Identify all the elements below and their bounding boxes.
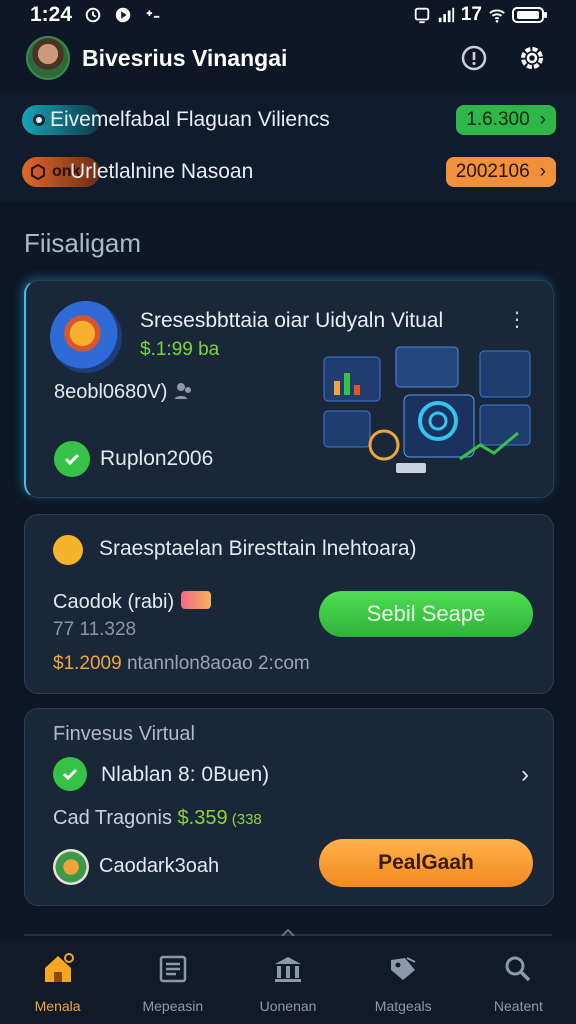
gear-icon	[521, 47, 543, 69]
summary-row-text: Urletlalnine Nasoan	[70, 160, 254, 183]
users-icon	[175, 383, 191, 399]
avatar[interactable]	[26, 36, 70, 80]
cast-icon	[414, 7, 430, 24]
nav-search[interactable]: Neatent	[461, 940, 576, 1024]
nav-label: Matgeals	[374, 998, 432, 1014]
card-price: $.1:99 ba	[140, 339, 220, 360]
card-label: Caodok (rabi)	[53, 591, 175, 613]
battery-icon	[512, 7, 547, 23]
chevron-right-icon[interactable]: ›	[521, 761, 529, 789]
drag-handle-icon[interactable]	[280, 928, 296, 936]
nav-bank[interactable]: Uonenan	[230, 940, 345, 1024]
featured-card[interactable]: Sresesbbttaia oiar Uidyaln Vitual $.1:99…	[24, 280, 554, 498]
card-row-text: Nlablan 8: 0Buen)	[101, 763, 270, 786]
search-icon	[505, 956, 531, 982]
trade-label: Cad Tragonis	[53, 807, 178, 829]
section-title: Fiisaligam	[24, 228, 142, 258]
summary-row[interactable]: onk Urletlalnine Nasoan 2002106 ›	[22, 154, 556, 190]
value-badge[interactable]: 2002106 ›	[445, 157, 556, 187]
status-time: 1:24	[30, 3, 73, 26]
home-icon	[44, 953, 74, 982]
value-badge[interactable]: 1.6.300 ›	[456, 105, 556, 135]
account-avatar	[53, 849, 89, 885]
tag-icon	[391, 957, 416, 980]
card-title: Sraesptaelan Biresttain lnehtoara)	[99, 537, 417, 560]
app-title: Bivesrius Vinangai	[82, 44, 288, 71]
alarm-icon	[85, 7, 101, 23]
signal-icon	[438, 7, 454, 23]
card-number: 77 11.328	[53, 619, 137, 640]
status-bar: 1:24 17	[0, 0, 576, 30]
nav-deals[interactable]: Matgeals	[346, 940, 461, 1024]
nav-label: Mepeasin	[142, 998, 204, 1014]
app-header: Bivesrius Vinangai	[0, 30, 576, 86]
media-icon	[115, 7, 131, 23]
footer-text: ntannlon8aoao 2:com	[121, 653, 310, 674]
bottom-nav: Menala Mepeasin Uonenan Matgeals Neatent	[0, 940, 576, 1024]
chevron-right-icon: ›	[539, 161, 546, 182]
eye-icon	[33, 114, 45, 126]
summary-row-text: Eivemelfabal Flaguan Viliencs	[50, 108, 330, 131]
virtual-card[interactable]: Finvesus Virtual Nlablan 8: 0Buen) › Cad…	[24, 708, 554, 906]
offer-card[interactable]: Sraesptaelan Biresttain lnehtoara) Caodo…	[24, 514, 554, 694]
nav-label: Uonenan	[259, 998, 317, 1014]
settings-button[interactable]	[514, 40, 550, 76]
bank-icon	[275, 957, 301, 982]
cash-button[interactable]: PealGaah	[319, 839, 533, 887]
card-code: 8eobl0680V)	[54, 381, 168, 403]
chevron-right-icon: ›	[539, 109, 546, 130]
trade-amount: $.359	[177, 807, 228, 829]
account-name: Caodark3oah	[99, 855, 220, 877]
summary-panel: Eivemelfabal Flaguan Viliencs 1.6.300 › …	[0, 92, 576, 202]
check-icon	[54, 441, 90, 477]
info-icon	[461, 45, 487, 71]
more-options-icon[interactable]: ⋮	[507, 307, 527, 332]
footer-amount: $1.2009	[53, 653, 122, 674]
dashboard-illustration	[323, 346, 531, 473]
badge-value: 1.6.300	[466, 109, 530, 130]
card-title: Finvesus Virtual	[53, 723, 195, 745]
ticket-icon	[181, 591, 211, 609]
nav-label: Menala	[34, 998, 81, 1014]
nav-news[interactable]: Mepeasin	[115, 940, 230, 1024]
trade-line: Cad Tragonis $.359 (338	[53, 807, 262, 830]
sell-button[interactable]: Sebil Seape	[319, 591, 533, 637]
product-icon	[50, 301, 122, 373]
info-button[interactable]	[456, 40, 492, 76]
check-icon	[53, 757, 87, 791]
badge-value: 2002106	[455, 161, 530, 182]
newspaper-icon	[159, 955, 187, 983]
status-extra-text: 17	[460, 4, 482, 25]
card-title: Sresesbbttaia oiar Uidyaln Vitual	[140, 309, 444, 332]
card-status: Ruplon2006	[100, 447, 214, 470]
nav-label: Neatent	[493, 998, 543, 1014]
summary-row[interactable]: Eivemelfabal Flaguan Viliencs 1.6.300 ›	[22, 102, 556, 138]
vpn-icon	[146, 10, 160, 18]
trade-small: (338	[227, 811, 262, 828]
wifi-icon	[489, 9, 505, 23]
card-footer: $1.2009 ntannlon8aoao 2:com	[53, 653, 310, 675]
hexagon-icon	[31, 164, 45, 180]
nav-home[interactable]: Menala	[0, 940, 115, 1024]
smile-icon	[53, 535, 83, 565]
